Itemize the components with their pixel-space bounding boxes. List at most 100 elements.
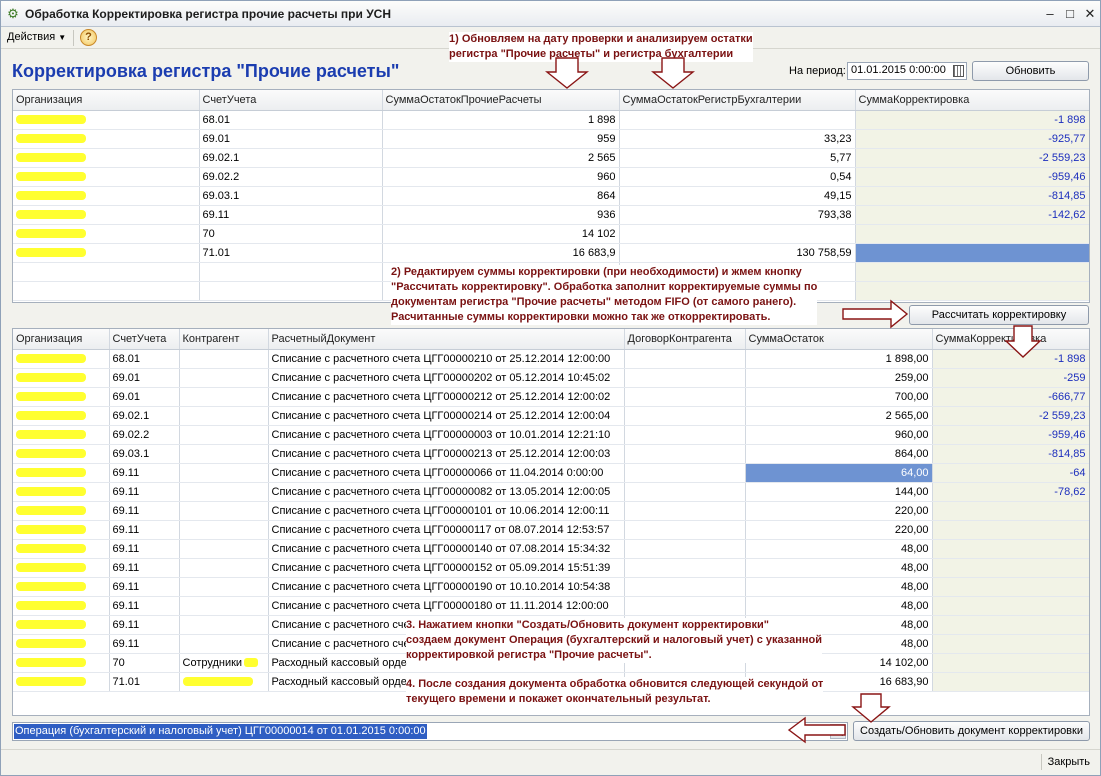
- organization-cell[interactable]: [13, 368, 110, 388]
- correction-amount-cell[interactable]: [932, 634, 1089, 654]
- correction-amount-cell[interactable]: -959,46: [855, 167, 1089, 187]
- counterparty-cell[interactable]: [179, 444, 269, 464]
- column-header[interactable]: СчетУчета: [109, 329, 180, 350]
- table-row[interactable]: 69.01 Списание с расчетного счета ЦГГ0000…: [13, 368, 1089, 388]
- account-cell[interactable]: 68.01: [109, 349, 180, 369]
- organization-cell[interactable]: [13, 129, 200, 149]
- contract-cell[interactable]: [624, 539, 746, 559]
- account-cell[interactable]: 69.11: [109, 615, 180, 635]
- settlement-document-cell[interactable]: Списание с расчетного счета ЦГГ00000117 …: [268, 520, 625, 540]
- close-icon[interactable]: ✕: [1081, 5, 1099, 23]
- settlement-document-cell[interactable]: Списание с расчетного счета ЦГГ00000212 …: [268, 387, 625, 407]
- correction-amount-cell[interactable]: -959,46: [932, 425, 1089, 445]
- table-row[interactable]: 69.11 Списание с расчетного счета ЦГГ0000…: [13, 520, 1089, 540]
- correction-amount-cell[interactable]: [932, 653, 1089, 673]
- account-cell[interactable]: 69.11: [109, 539, 180, 559]
- counterparty-cell[interactable]: [179, 425, 269, 445]
- search-icon[interactable]: 🔍: [830, 724, 846, 739]
- column-header[interactable]: Контрагент: [179, 329, 269, 350]
- table-row[interactable]: 69.02.2 Списание с расчетного счета ЦГГ00…: [13, 425, 1089, 445]
- balance-cell[interactable]: 2 565,00: [745, 406, 933, 426]
- correction-amount-cell[interactable]: -1 898: [932, 349, 1089, 369]
- table-row[interactable]: 69.11 Списание с расчетного счета ЦГГ0000…: [13, 539, 1089, 559]
- account-cell[interactable]: 68.01: [199, 110, 383, 130]
- table-row[interactable]: 69.11 Списание с расчетного счета ЦГГ0000…: [13, 558, 1089, 578]
- contract-cell[interactable]: [624, 501, 746, 521]
- account-cell[interactable]: 69.11: [109, 558, 180, 578]
- correction-amount-cell[interactable]: [855, 243, 1089, 263]
- accounting-register-balance-cell[interactable]: 49,15: [619, 186, 856, 206]
- other-settlements-balance-cell[interactable]: 16 683,9: [382, 243, 620, 263]
- help-icon[interactable]: ?: [80, 29, 97, 46]
- other-settlements-balance-cell[interactable]: 864: [382, 186, 620, 206]
- column-header[interactable]: СуммаОстатокРегистрБухгалтерии: [619, 90, 856, 111]
- counterparty-cell[interactable]: [179, 539, 269, 559]
- settlement-document-cell[interactable]: Списание с расчетного счета ЦГГ00000152 …: [268, 558, 625, 578]
- column-header[interactable]: СчетУчета: [199, 90, 383, 111]
- settlement-document-cell[interactable]: Списание с расчетного счета ЦГГ00000213 …: [268, 444, 625, 464]
- account-cell[interactable]: 69.11: [109, 501, 180, 521]
- organization-cell[interactable]: [13, 186, 200, 206]
- account-cell[interactable]: 69.03.1: [199, 186, 383, 206]
- organization-cell[interactable]: [13, 349, 110, 369]
- correction-document-field[interactable]: Операция (бухгалтерский и налоговый учет…: [12, 722, 848, 741]
- counterparty-cell[interactable]: [179, 672, 269, 692]
- correction-amount-cell[interactable]: -814,85: [855, 186, 1089, 206]
- correction-amount-cell[interactable]: -925,77: [855, 129, 1089, 149]
- balance-cell[interactable]: 48,00: [745, 596, 933, 616]
- table-row[interactable]: 69.11 936 793,38 -142,62: [13, 205, 1089, 225]
- table-row[interactable]: 71.01 16 683,9 130 758,59: [13, 243, 1089, 263]
- counterparty-cell[interactable]: [179, 501, 269, 521]
- account-cell[interactable]: 69.11: [199, 205, 383, 225]
- organization-cell[interactable]: [13, 224, 200, 244]
- table-row[interactable]: 69.11 Списание с расчетного счета ЦГГ0000…: [13, 577, 1089, 597]
- organization-cell[interactable]: [13, 577, 110, 597]
- column-header[interactable]: СуммаКорректировка: [932, 329, 1089, 350]
- organization-cell[interactable]: [13, 148, 200, 168]
- contract-cell[interactable]: [624, 349, 746, 369]
- other-settlements-balance-cell[interactable]: 14 102: [382, 224, 620, 244]
- accounting-register-balance-cell[interactable]: 5,77: [619, 148, 856, 168]
- settlement-document-cell[interactable]: Списание с расчетного счета ЦГГ00000190 …: [268, 577, 625, 597]
- correction-amount-cell[interactable]: -666,77: [932, 387, 1089, 407]
- account-cell[interactable]: 69.11: [109, 482, 180, 502]
- settlement-document-cell[interactable]: Списание с расчетного счета ЦГГ00000202 …: [268, 368, 625, 388]
- organization-cell[interactable]: [13, 243, 200, 263]
- correction-amount-cell[interactable]: -2 559,23: [932, 406, 1089, 426]
- organization-cell[interactable]: [13, 539, 110, 559]
- settlement-document-cell[interactable]: Списание с расчетного счета ЦГГ00000140 …: [268, 539, 625, 559]
- organization-cell[interactable]: [13, 501, 110, 521]
- counterparty-cell[interactable]: [179, 615, 269, 635]
- organization-cell[interactable]: [13, 387, 110, 407]
- settlement-document-cell[interactable]: Списание с расчетного счета ЦГГ00000214 …: [268, 406, 625, 426]
- table-row[interactable]: 69.01 959 33,23 -925,77: [13, 129, 1089, 149]
- contract-cell[interactable]: [624, 482, 746, 502]
- correction-amount-cell[interactable]: -78,62: [932, 482, 1089, 502]
- correction-amount-cell[interactable]: [932, 539, 1089, 559]
- balance-cell[interactable]: 220,00: [745, 520, 933, 540]
- account-cell[interactable]: 69.11: [109, 577, 180, 597]
- minimize-icon[interactable]: –: [1041, 5, 1059, 23]
- balance-cell[interactable]: 144,00: [745, 482, 933, 502]
- correction-amount-cell[interactable]: [932, 577, 1089, 597]
- other-settlements-balance-cell[interactable]: 959: [382, 129, 620, 149]
- accounting-register-balance-cell[interactable]: 0,54: [619, 167, 856, 187]
- other-settlements-balance-cell[interactable]: 960: [382, 167, 620, 187]
- period-date-input[interactable]: 01.01.2015 0:00:00: [847, 62, 967, 80]
- column-header[interactable]: РасчетныйДокумент: [268, 329, 625, 350]
- other-settlements-balance-cell[interactable]: 2 565: [382, 148, 620, 168]
- organization-cell[interactable]: [13, 482, 110, 502]
- organization-cell[interactable]: [13, 596, 110, 616]
- account-cell[interactable]: 69.02.2: [199, 167, 383, 187]
- settlement-document-cell[interactable]: Списание с расчетного счета ЦГГ00000210 …: [268, 349, 625, 369]
- correction-amount-cell[interactable]: [932, 596, 1089, 616]
- balance-cell[interactable]: 960,00: [745, 425, 933, 445]
- accounting-register-balance-cell[interactable]: [619, 224, 856, 244]
- correction-amount-cell[interactable]: -814,85: [932, 444, 1089, 464]
- contract-cell[interactable]: [624, 577, 746, 597]
- organization-cell[interactable]: [13, 167, 200, 187]
- balance-cell[interactable]: 864,00: [745, 444, 933, 464]
- settlement-document-cell[interactable]: Списание с расчетного счета ЦГГ00000082 …: [268, 482, 625, 502]
- account-cell[interactable]: 69.11: [109, 634, 180, 654]
- contract-cell[interactable]: [624, 444, 746, 464]
